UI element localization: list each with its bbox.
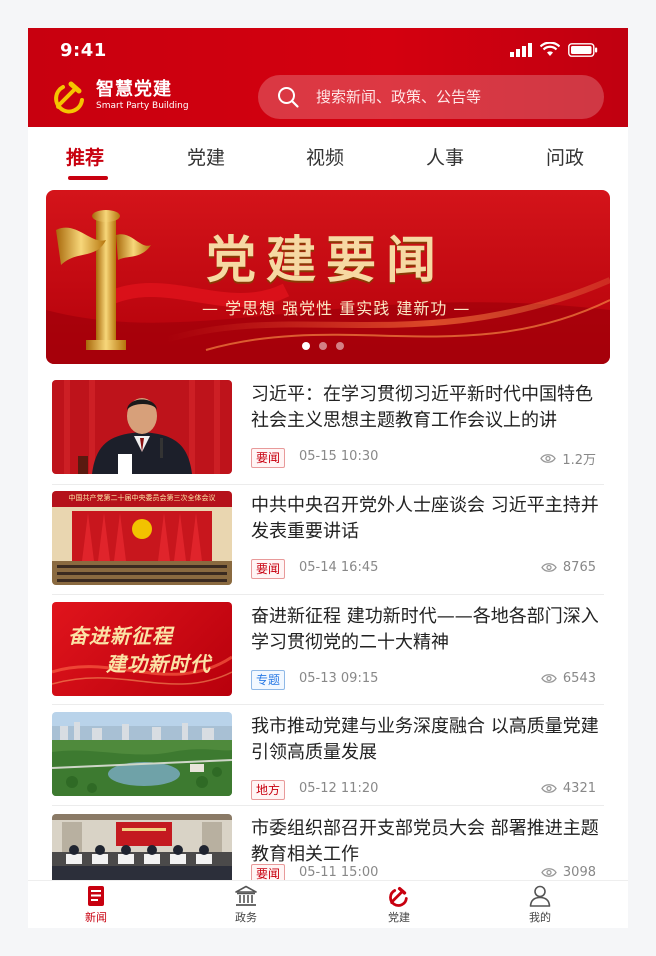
bottom-tab-bar: 新闻 政务 党建 我的 xyxy=(28,880,628,928)
tab-video[interactable]: 视频 xyxy=(306,143,344,170)
news-view-count: 4321 xyxy=(562,781,596,796)
news-tag: 要闻 xyxy=(251,864,286,880)
active-tab-indicator xyxy=(68,176,108,180)
tabbar-item-news[interactable]: 新闻 xyxy=(66,885,126,925)
battery-icon xyxy=(568,42,598,57)
tab-recommend[interactable]: 推荐 xyxy=(66,143,104,170)
news-item[interactable]: 中国共产党第二十届中央委员会第三次全体会议 中共中央召开党外人士座谈会 习近平主… xyxy=(52,491,612,587)
news-title: 我市推动党建与业务深度融合 以高质量党建引领高质量发展 xyxy=(251,716,599,763)
wifi-icon xyxy=(540,42,560,56)
banner-carousel[interactable]: 党建要闻 — 学思想 强党性 重实践 建新功 — xyxy=(46,190,610,364)
news-date: 05-12 11:20 xyxy=(299,781,379,796)
news-title: 市委组织部召开支部党员大会 部署推进主题教育相关工作 xyxy=(251,818,599,865)
status-time: 9:41 xyxy=(60,40,107,61)
news-title: 奋进新征程 建功新时代——各地各部门深入学习贯彻党的二十大精神 xyxy=(251,606,599,653)
tabbar-label: 新闻 xyxy=(85,911,107,924)
news-meta: 要闻 05-11 15:00 3098 xyxy=(251,864,596,880)
app-header: 9:41 智慧党建 Smart Party Building xyxy=(28,28,628,127)
divider xyxy=(52,704,604,705)
category-tabs: 推荐 党建 视频 人事 问政 xyxy=(28,127,628,187)
carousel-indicator xyxy=(302,342,344,350)
tab-party-building[interactable]: 党建 xyxy=(187,143,225,170)
news-meta: 地方 05-12 11:20 4321 xyxy=(251,780,596,800)
party-emblem-icon xyxy=(54,81,84,114)
search-bar[interactable] xyxy=(258,75,604,119)
news-thumbnail xyxy=(52,380,232,474)
news-title: 中共中央召开党外人士座谈会 习近平主持并发表重要讲话 xyxy=(251,495,599,542)
news-icon xyxy=(88,886,104,906)
tabbar-item-party[interactable]: 党建 xyxy=(369,885,429,925)
news-tag: 地方 xyxy=(251,780,286,800)
news-date: 05-11 15:00 xyxy=(299,865,379,880)
news-item[interactable]: 习近平：在学习贯彻习近平新时代中国特色社会主义思想主题教育工作会议上的讲 要闻 … xyxy=(52,380,612,476)
news-view-count: 8765 xyxy=(562,560,596,575)
search-icon xyxy=(278,87,299,108)
divider xyxy=(52,484,604,485)
signal-icon xyxy=(510,42,532,57)
tabbar-item-profile[interactable]: 我的 xyxy=(510,885,570,925)
plenary-session-image xyxy=(52,491,232,585)
government-building-icon xyxy=(235,885,257,906)
tab-personnel[interactable]: 人事 xyxy=(426,143,464,170)
news-thumbnail xyxy=(52,814,232,880)
news-tag: 专题 xyxy=(251,670,286,690)
news-date: 05-15 10:30 xyxy=(299,449,379,464)
party-emblem-icon xyxy=(389,886,408,907)
news-view-count: 6543 xyxy=(562,671,596,686)
leader-speech-image xyxy=(52,380,232,474)
eye-icon xyxy=(541,674,557,683)
news-views: 6543 xyxy=(541,671,596,686)
news-thumbnail xyxy=(52,712,232,796)
news-meta: 要闻 05-15 10:30 1.2万 xyxy=(251,448,596,468)
news-item[interactable]: 我市推动党建与业务深度融合 以高质量党建引领高质量发展 地方 05-12 11:… xyxy=(52,712,612,800)
news-views: 3098 xyxy=(541,865,596,880)
brand[interactable]: 智慧党建 Smart Party Building xyxy=(52,78,189,114)
meeting-room-image xyxy=(52,814,232,880)
banner-subtitle: — 学思想 强党性 重实践 建新功 — xyxy=(202,299,471,318)
tabbar-label: 我的 xyxy=(529,911,551,924)
news-tag: 要闻 xyxy=(251,448,286,468)
news-thumbnail: 中国共产党第二十届中央委员会第三次全体会议 xyxy=(52,491,232,585)
thumbnail-slogan-line2: 建功新时代 xyxy=(106,652,211,676)
news-meta: 专题 05-13 09:15 6543 xyxy=(251,670,596,690)
phone-screen: 9:41 智慧党建 Smart Party Building 搜索新闻、政策、公… xyxy=(28,28,628,928)
thumbnail-caption: 中国共产党第二十届中央委员会第三次全体会议 xyxy=(68,494,216,502)
news-views: 4321 xyxy=(541,781,596,796)
news-tag: 要闻 xyxy=(251,559,286,579)
status-icons xyxy=(510,42,598,57)
news-date: 05-13 09:15 xyxy=(299,671,379,686)
eye-icon xyxy=(541,868,557,877)
carousel-dot[interactable] xyxy=(319,342,327,350)
divider xyxy=(52,805,604,806)
tabbar-label: 党建 xyxy=(388,911,410,924)
news-thumbnail: 奋进新征程 建功新时代 xyxy=(52,602,232,696)
thumbnail-slogan-line1: 奋进新征程 xyxy=(68,624,173,648)
news-views: 1.2万 xyxy=(540,449,596,468)
search-input[interactable] xyxy=(314,87,578,107)
carousel-dot[interactable] xyxy=(302,342,310,350)
news-views: 8765 xyxy=(541,560,596,575)
carousel-dot[interactable] xyxy=(336,342,344,350)
eye-icon xyxy=(541,563,557,572)
profile-icon xyxy=(529,885,551,907)
eye-icon xyxy=(540,454,557,463)
news-view-count: 1.2万 xyxy=(562,453,596,468)
news-item[interactable]: 市委组织部召开支部党员大会 部署推进主题教育相关工作 要闻 05-11 15:0… xyxy=(52,814,612,880)
eye-icon xyxy=(541,784,557,793)
tab-inquiry[interactable]: 问政 xyxy=(546,143,584,170)
news-title: 习近平：在学习贯彻习近平新时代中国特色社会主义思想主题教育工作会议上的讲 xyxy=(251,384,593,431)
divider xyxy=(52,594,604,595)
brand-name: 智慧党建 xyxy=(96,79,172,100)
news-item[interactable]: 奋进新征程 建功新时代 奋进新征程 建功新时代——各地各部门深入学习贯彻党的二十… xyxy=(52,602,612,698)
news-date: 05-14 16:45 xyxy=(299,560,379,575)
city-aerial-image xyxy=(52,712,232,796)
tabbar-label: 政务 xyxy=(235,911,257,924)
news-view-count: 3098 xyxy=(562,865,596,880)
status-bar: 9:41 xyxy=(28,28,628,74)
tabbar-item-government[interactable]: 政务 xyxy=(216,885,276,925)
banner-title: 党建要闻 xyxy=(206,230,446,289)
brand-name-en: Smart Party Building xyxy=(96,101,189,111)
news-meta: 要闻 05-14 16:45 8765 xyxy=(251,559,596,579)
